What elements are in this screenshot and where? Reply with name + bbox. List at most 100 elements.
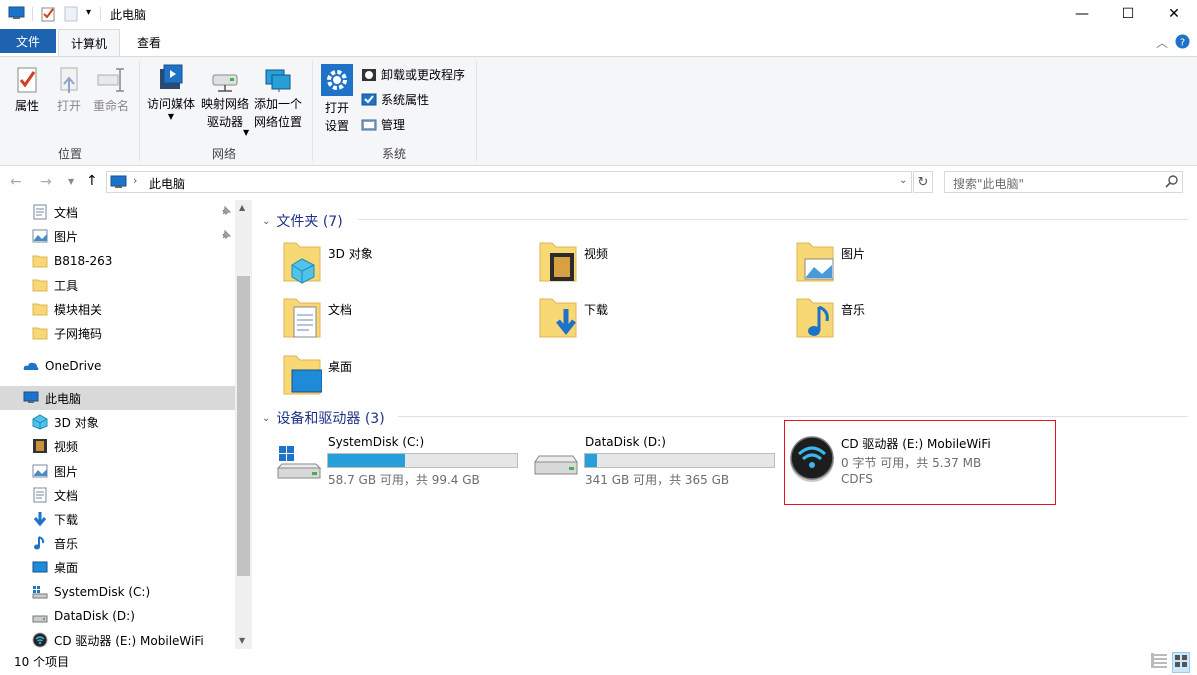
access-media-button[interactable]: 访问媒体 ▼	[145, 63, 197, 121]
folder-tile-downloads[interactable]: 下载	[538, 293, 608, 341]
drive-name: CD 驱动器 (E:) MobileWiFi	[841, 437, 991, 451]
folder-tile-music[interactable]: 音乐	[795, 293, 865, 341]
nav-item-data-disk[interactable]: DataDisk (D:)	[0, 604, 234, 628]
drive-space-info: 58.7 GB 可用，共 99.4 GB	[328, 473, 480, 487]
drive-usage-bar	[584, 453, 775, 468]
large-icons-view-icon[interactable]	[1172, 652, 1190, 673]
drive-tile-system-disk[interactable]: SystemDisk (C:) 58.7 GB 可用，共 99.4 GB	[276, 432, 526, 488]
qat-dropdown-icon[interactable]: ▾	[86, 7, 91, 18]
nav-item-3d-objects[interactable]: 3D 对象	[0, 410, 234, 434]
up-arrow-icon[interactable]: ↑	[86, 173, 98, 189]
drive-tile-data-disk[interactable]: DataDisk (D:) 341 GB 可用，共 365 GB	[533, 432, 783, 488]
nav-scroll-thumb[interactable]	[237, 276, 250, 576]
drives-section-header[interactable]: ⌄ 设备和驱动器 (3)	[262, 408, 385, 428]
chevron-down-icon: ▼	[167, 112, 175, 121]
uninstall-button[interactable]: 卸载或更改程序	[361, 66, 465, 83]
nav-item-videos[interactable]: 视频	[0, 434, 234, 458]
scroll-up-icon[interactable]: ▲	[239, 203, 245, 212]
access-media-label: 访问媒体	[146, 97, 195, 111]
nav-item-pictures[interactable]: 图片	[0, 459, 234, 483]
pin-icon[interactable]	[220, 205, 232, 220]
collapse-chevron-icon[interactable]: ⌄	[262, 413, 270, 424]
tab-view[interactable]: 查看	[122, 29, 176, 56]
breadcrumb-current[interactable]: 此电脑	[149, 175, 185, 192]
windows-drive-icon	[32, 586, 48, 599]
music-note-icon	[34, 536, 45, 550]
drive-usage-bar	[327, 453, 518, 468]
wifi-disc-icon	[790, 436, 834, 482]
pictures-icon	[32, 229, 48, 243]
drive-name: DataDisk (D:)	[585, 435, 666, 449]
rename-button[interactable]: 重命名	[90, 65, 132, 115]
nav-item-label: 子网掩码	[54, 326, 103, 341]
nav-item-quick-modules[interactable]: 模块相关	[0, 297, 234, 321]
maximize-button[interactable]: ☐	[1105, 0, 1151, 28]
scroll-down-icon[interactable]: ▼	[239, 636, 245, 645]
refresh-icon[interactable]: ↻	[913, 171, 933, 193]
nav-item-downloads[interactable]: 下载	[0, 507, 234, 531]
manage-button[interactable]: 管理	[361, 116, 405, 133]
address-bar[interactable]: › 此电脑 ⌄	[106, 171, 912, 193]
nav-item-label: 工具	[54, 278, 79, 293]
properties-button[interactable]: 属性	[8, 65, 46, 115]
add-location-label-1: 添加一个	[253, 97, 302, 111]
help-icon[interactable]: ?	[1175, 34, 1190, 52]
3d-folder-icon	[283, 242, 321, 284]
folder-tile-desktop[interactable]: 桌面	[282, 350, 352, 398]
nav-item-thispc[interactable]: 此电脑	[0, 386, 235, 410]
forward-arrow-icon[interactable]: →	[40, 174, 52, 190]
minimize-button[interactable]: —	[1059, 0, 1105, 28]
properties-quick-icon[interactable]	[40, 6, 56, 25]
drives-section-title: 设备和驱动器 (3)	[276, 411, 385, 427]
folder-tile-pictures[interactable]: 图片	[795, 237, 865, 285]
nav-item-quick-documents[interactable]: 文档	[0, 200, 234, 224]
folder-label: 图片	[841, 247, 866, 261]
chevron-down-icon: ▼	[243, 128, 250, 137]
uninstall-icon	[362, 68, 376, 81]
address-dropdown-icon[interactable]: ⌄	[899, 175, 907, 186]
back-arrow-icon[interactable]: ←	[10, 174, 22, 190]
folder-tile-3d-objects[interactable]: 3D 对象	[282, 237, 373, 285]
tab-file[interactable]: 文件	[0, 29, 56, 53]
nav-item-documents[interactable]: 文档	[0, 483, 234, 507]
folder-tile-documents[interactable]: 文档	[282, 293, 352, 341]
drive-tile-cd-drive[interactable]: CD 驱动器 (E:) MobileWiFi 0 字节 可用，共 5.37 MB…	[788, 432, 1052, 492]
folder-tile-videos[interactable]: 视频	[538, 237, 608, 285]
nav-item-quick-pictures[interactable]: 图片	[0, 224, 234, 248]
details-view-icon[interactable]	[1150, 652, 1168, 671]
nav-item-onedrive[interactable]: OneDrive	[0, 354, 234, 378]
group-separator	[312, 61, 313, 161]
tab-computer[interactable]: 计算机	[58, 29, 120, 56]
folders-section-header[interactable]: ⌄ 文件夹 (7)	[262, 211, 343, 231]
system-properties-icon	[361, 93, 377, 105]
nav-item-quick-tools[interactable]: 工具	[0, 273, 234, 297]
network-location-icon	[265, 69, 291, 92]
new-folder-quick-icon[interactable]	[64, 6, 78, 25]
nav-item-quick-subnet[interactable]: 子网掩码	[0, 321, 234, 345]
open-settings-button[interactable]: 打开 设置	[318, 63, 356, 135]
drive-space-info: 341 GB 可用，共 365 GB	[585, 473, 730, 487]
breadcrumb-chevron-icon[interactable]: ›	[133, 174, 137, 187]
recent-locations-icon[interactable]: ▼	[68, 177, 74, 186]
nav-item-system-disk[interactable]: SystemDisk (C:)	[0, 580, 234, 604]
search-input[interactable]: 搜索"此电脑"	[944, 171, 1183, 193]
nav-item-desktop[interactable]: 桌面	[0, 555, 234, 579]
close-button[interactable]: ✕	[1151, 0, 1197, 28]
title-bar: ▾ 此电脑 — ☐ ✕	[0, 0, 1197, 28]
pictures-icon	[32, 464, 48, 478]
map-drive-label-1: 映射网络	[200, 97, 249, 111]
rename-icon	[97, 68, 124, 92]
pin-icon[interactable]	[220, 229, 232, 244]
add-network-location-button[interactable]: 添加一个 网络位置	[252, 67, 304, 131]
desktop-icon	[32, 561, 48, 573]
nav-item-music[interactable]: 音乐	[0, 531, 234, 555]
collapse-chevron-icon[interactable]: ⌄	[262, 216, 270, 227]
pictures-folder-icon	[796, 242, 834, 282]
collapse-ribbon-icon[interactable]: ︿	[1156, 34, 1168, 51]
system-properties-button[interactable]: 系统属性	[361, 91, 429, 108]
nav-item-quick-b818[interactable]: B818-263	[0, 249, 234, 273]
search-icon[interactable]	[1165, 174, 1179, 193]
nav-item-label: 桌面	[54, 560, 79, 575]
open-button[interactable]: 打开	[50, 65, 88, 115]
map-drive-button[interactable]: 映射网络 驱动器	[199, 69, 251, 131]
